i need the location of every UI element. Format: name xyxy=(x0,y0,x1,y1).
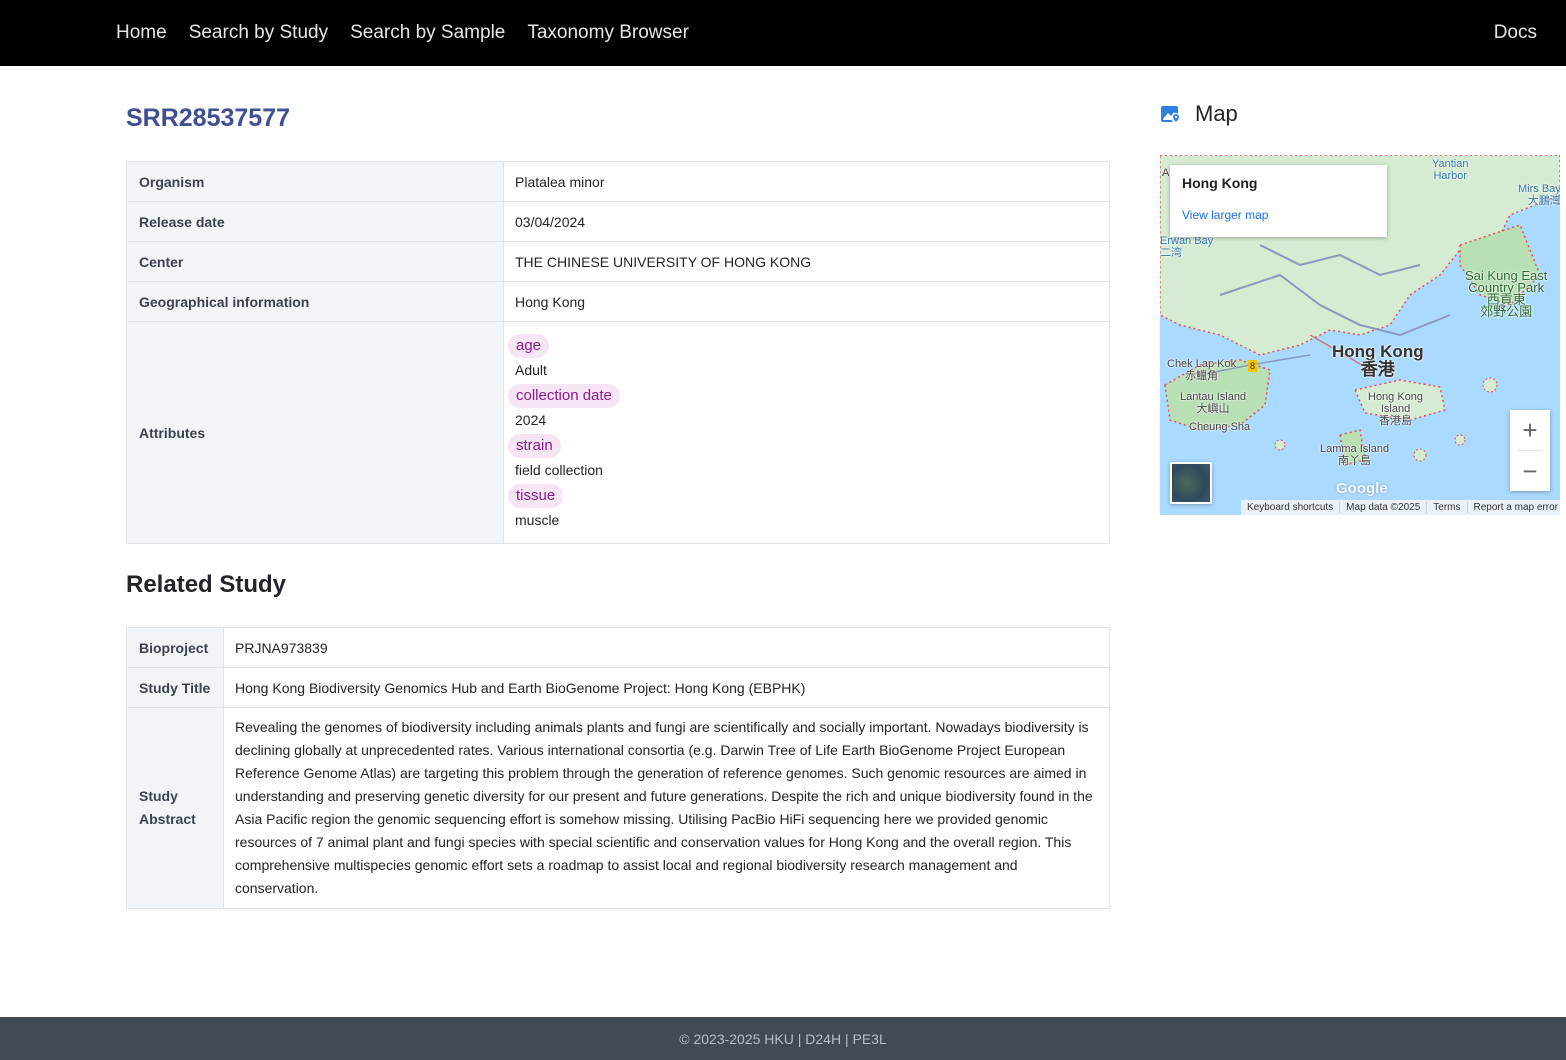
nav-docs-link[interactable]: Docs xyxy=(1494,22,1537,44)
geo-info-label: Geographical information xyxy=(126,281,504,322)
report-map-error-link[interactable]: Report a map error xyxy=(1468,502,1561,513)
map-label-erwan-bay: Erwan Bay 二湾 xyxy=(1160,235,1214,259)
page-footer: © 2023-2025 HKU | D24H | PE3L xyxy=(0,1017,1566,1060)
attribute-value: field collection xyxy=(515,461,603,478)
study-abstract-label: Study Abstract xyxy=(126,707,224,909)
zoom-out-button[interactable]: − xyxy=(1510,451,1550,491)
view-larger-map-link[interactable]: View larger map xyxy=(1182,208,1375,222)
map-layer-toggle-button[interactable] xyxy=(1170,462,1212,504)
map-label-corner: A xyxy=(1162,167,1170,179)
table-row: Center THE CHINESE UNIVERSITY OF HONG KO… xyxy=(126,241,1110,282)
study-title-value: Hong Kong Biodiversity Genomics Hub and … xyxy=(223,667,1110,708)
attributes-value: age Adult collection date 2024 strain fi… xyxy=(503,321,1110,544)
attribute-key-badge: strain xyxy=(508,433,561,458)
map-footer-bar: Keyboard shortcuts Map data ©2025 Terms … xyxy=(1241,500,1560,515)
table-row: Study Title Hong Kong Biodiversity Genom… xyxy=(126,667,1110,708)
map-heading: Map xyxy=(1195,101,1238,126)
google-logo: Google xyxy=(1336,480,1388,497)
organism-label: Organism xyxy=(126,161,504,202)
map-label-chek-lap-kok: Chek Lap Kok 赤鱲角 xyxy=(1167,358,1237,382)
table-row: Organism Platalea minor xyxy=(126,161,1110,202)
terms-link[interactable]: Terms xyxy=(1427,502,1468,513)
attribute-key-badge: collection date xyxy=(508,383,620,408)
attribute-value: Adult xyxy=(515,361,547,378)
table-row: Release date 03/04/2024 xyxy=(126,201,1110,242)
zoom-controls: + − xyxy=(1510,410,1550,491)
map-data-text: Map data ©2025 xyxy=(1340,502,1428,513)
map-label-yantian: Yantian Harbor xyxy=(1432,158,1469,182)
bioproject-label: Bioproject xyxy=(126,627,224,668)
map-label-cheung-sha: Cheung Sha xyxy=(1189,421,1251,433)
center-label: Center xyxy=(126,241,504,282)
study-abstract-value: Revealing the genomes of biodiversity in… xyxy=(223,707,1110,909)
map-header: Map xyxy=(1160,101,1238,127)
map-place-name: Hong Kong xyxy=(1182,175,1258,191)
nav-search-by-study-link[interactable]: Search by Study xyxy=(189,22,328,44)
nav-links: Home Search by Study Search by Sample Ta… xyxy=(116,0,711,66)
related-study-table: Bioproject PRJNA973839 Study Title Hong … xyxy=(126,627,1110,909)
attributes-label: Attributes xyxy=(126,321,504,544)
nav-home-link[interactable]: Home xyxy=(116,22,167,44)
attribute-key-badge: age xyxy=(508,333,550,358)
bioproject-value: PRJNA973839 xyxy=(223,627,1110,668)
map-label-sai-kung: Sai Kung East Country Park 西貢東 郊野公園 xyxy=(1465,268,1548,319)
sample-info-table: Organism Platalea minor Release date 03/… xyxy=(126,161,1110,544)
related-study-heading: Related Study xyxy=(126,571,287,598)
route-8-marker: 8 xyxy=(1248,360,1258,372)
map-place-card: Hong Kong View larger map xyxy=(1170,165,1387,237)
keyboard-shortcuts-link[interactable]: Keyboard shortcuts xyxy=(1241,502,1341,513)
attribute-list: age Adult collection date 2024 strain fi… xyxy=(508,324,1109,542)
study-title-label: Study Title xyxy=(126,667,224,708)
nav-search-by-sample-link[interactable]: Search by Sample xyxy=(350,22,505,44)
map-label-lantau: Lantau Island 大嶼山 xyxy=(1180,391,1247,415)
attribute-key-badge: tissue xyxy=(508,483,564,508)
top-navbar: Home Search by Study Search by Sample Ta… xyxy=(0,0,1566,66)
table-row: Attributes age Adult collection date 202… xyxy=(126,321,1110,544)
release-date-value: 03/04/2024 xyxy=(503,201,1110,242)
geo-info-value: Hong Kong xyxy=(503,281,1110,322)
table-row: Geographical information Hong Kong xyxy=(126,281,1110,322)
organism-value: Platalea minor xyxy=(503,161,1110,202)
nav-taxonomy-browser-link[interactable]: Taxonomy Browser xyxy=(527,22,689,44)
map-label-mirs-bay: Mirs Bay 大鵬灣 xyxy=(1518,183,1560,207)
map-label-hong-kong: Hong Kong 香港 xyxy=(1332,342,1424,379)
embedded-map[interactable]: Yantian Harbor Mirs Bay 大鵬灣 Erwan Bay 二湾 Sa… xyxy=(1160,155,1560,515)
zoom-in-button[interactable]: + xyxy=(1510,410,1550,450)
center-value: THE CHINESE UNIVERSITY OF HONG KONG xyxy=(503,241,1110,282)
attribute-value: 2024 xyxy=(515,411,547,428)
release-date-label: Release date xyxy=(126,201,504,242)
table-row: Bioproject PRJNA973839 xyxy=(126,627,1110,668)
page-title: SRR28537577 xyxy=(126,104,291,132)
attribute-value: muscle xyxy=(515,511,560,528)
map-pin-icon xyxy=(1161,106,1181,123)
footer-copyright: © 2023-2025 HKU | D24H | PE3L xyxy=(679,1030,887,1047)
table-row: Study Abstract Revealing the genomes of … xyxy=(126,707,1110,909)
map-label-hk-island: Hong Kong Island 香港島 xyxy=(1368,391,1424,427)
map-label-lamma: Lamma Island 南丫島 xyxy=(1320,443,1390,467)
nav-right: Docs xyxy=(1494,0,1537,66)
